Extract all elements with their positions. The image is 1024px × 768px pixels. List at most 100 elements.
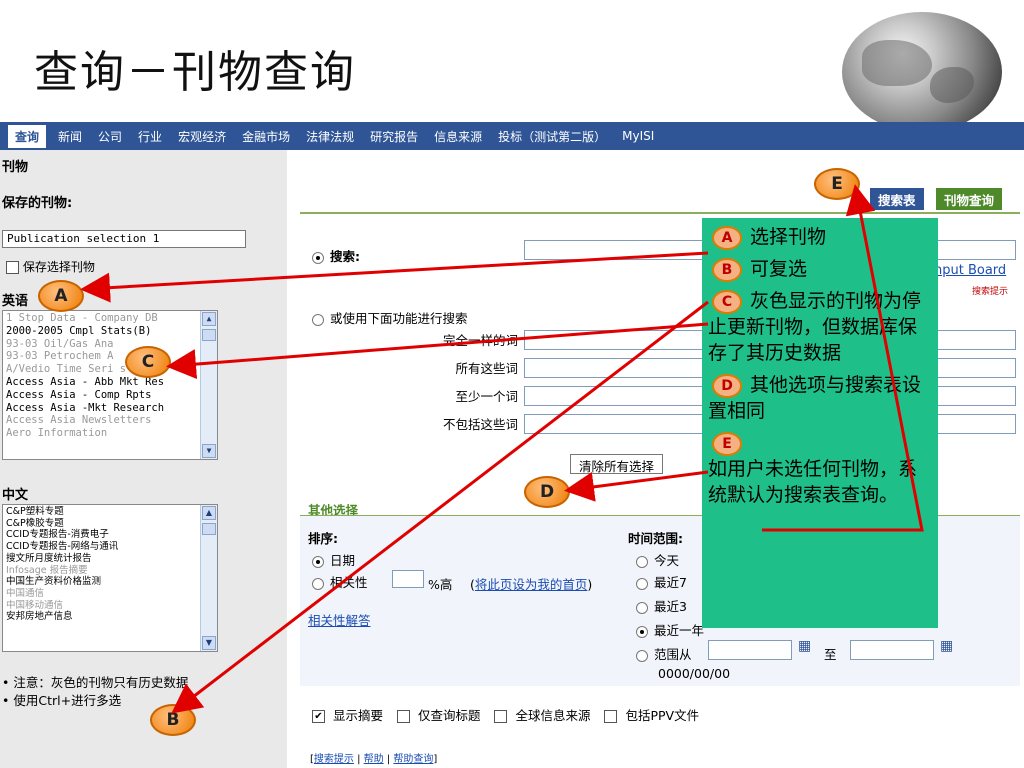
scroll-up-icon[interactable]: ▲	[202, 506, 216, 520]
nav-item-research[interactable]: 研究报告	[362, 128, 426, 145]
time-3-label: 最近3	[654, 599, 687, 614]
saved-publication-field[interactable]: Publication selection 1	[2, 230, 246, 248]
sort-relevance-radio[interactable]	[312, 577, 324, 590]
calendar-icon[interactable]: ▦	[940, 638, 953, 654]
callout-c: C 灰色显示的刊物为停止更新刊物，但数据库保存了其历史数据	[708, 290, 922, 364]
footer-links: [搜索提示 | 帮助 | 帮助查询]	[310, 754, 438, 765]
english-item[interactable]: A/Vedio Time Seri s	[6, 363, 214, 376]
english-item[interactable]: 93-03 Petrochem A	[6, 350, 214, 363]
tab-publication-query[interactable]: 刊物查询	[936, 188, 1003, 210]
badge-b-icon: B	[712, 258, 742, 282]
english-publication-list[interactable]: 1 Stop Data - Company DB 2000-2005 Cmpl S…	[2, 310, 218, 460]
callout-b: B 可复选	[708, 256, 932, 282]
scroll-thumb[interactable]	[202, 329, 216, 341]
include-ppv-label: 包括PPV文件	[625, 708, 700, 723]
time-range-radio[interactable]	[636, 649, 648, 662]
title-only-checkbox[interactable]	[396, 710, 410, 723]
chinese-item[interactable]: C&P橡胶专题	[6, 518, 214, 530]
english-item[interactable]: 1 Stop Data - Company DB	[6, 312, 214, 325]
tab-search-table[interactable]: 搜索表	[870, 188, 924, 210]
chinese-publication-list[interactable]: C&P塑料专题 C&P橡胶专题 CCID专题报告-消费电子 CCID专题报告-网络与通…	[2, 504, 218, 652]
search-radio[interactable]	[312, 251, 324, 264]
time-year-label: 最近一年	[654, 623, 705, 638]
related-answers-link[interactable]: 相关性解答	[308, 610, 371, 629]
marker-c: C	[125, 346, 171, 378]
time-7-radio[interactable]	[636, 577, 648, 590]
chinese-item[interactable]: CCID专题报告-消费电子	[6, 529, 214, 541]
time-3-radio[interactable]	[636, 601, 648, 614]
english-item[interactable]: Access Asia Newsletters	[6, 414, 214, 427]
english-item[interactable]: Aero Information	[6, 427, 214, 440]
save-checkbox[interactable]	[6, 261, 19, 274]
marker-d: D	[524, 476, 570, 508]
english-item[interactable]: Access Asia - Comp Rpts	[6, 389, 214, 402]
calendar-icon[interactable]: ▦	[798, 638, 811, 654]
sort-date-label: 日期	[330, 553, 356, 568]
scroll-down-icon[interactable]: ▼	[202, 444, 216, 458]
chinese-item[interactable]: 中国生产资料价格监测	[6, 576, 214, 588]
footer-search-tips-link[interactable]: 搜索提示	[314, 754, 354, 765]
scroll-up-icon[interactable]: ▲	[202, 312, 216, 326]
time-today-radio[interactable]	[636, 555, 648, 568]
chinese-item[interactable]: 安邦房地产信息	[6, 611, 214, 623]
saved-label: 保存的刊物:	[2, 196, 73, 211]
callout-d: D 其他选项与搜索表设置相同	[708, 374, 922, 422]
english-label: 英语	[2, 294, 29, 309]
relevance-percent-input[interactable]	[392, 570, 424, 588]
nav-item-bidding[interactable]: 投标（测试第二版）	[490, 128, 614, 145]
show-summary-checkbox[interactable]: ✔	[312, 710, 325, 723]
search-label: 搜索:	[330, 249, 360, 264]
chinese-list-scrollbar[interactable]: ▲ ▼	[200, 505, 217, 651]
include-ppv-checkbox[interactable]	[604, 710, 618, 723]
english-item[interactable]: 2000-2005 Cmpl Stats(B)	[6, 325, 214, 338]
globe-image	[842, 12, 1002, 132]
chinese-item[interactable]: Infosage 报告摘要	[6, 565, 214, 577]
chinese-item[interactable]: C&P塑料专题	[6, 506, 214, 518]
main-nav: 查询 新闻 公司 行业 宏观经济 金融市场 法律法规 研究报告 信息来源 投标（…	[0, 122, 1024, 150]
callout-e: E 如用户未选任何刊物，系统默认为搜索表查询。	[708, 430, 932, 508]
nav-item-finance[interactable]: 金融市场	[234, 128, 298, 145]
chinese-item[interactable]: 搜文所月度统计报告	[6, 553, 214, 565]
footer-help-link[interactable]: 帮助	[364, 754, 384, 765]
time-year-radio[interactable]	[636, 625, 648, 638]
set-homepage-link[interactable]: 将此页设为我的首页	[475, 577, 588, 592]
marker-e: E	[814, 168, 860, 200]
footer-help-query-link[interactable]: 帮助查询	[393, 754, 433, 765]
english-item[interactable]: 93-03 Oil/Gas Ana	[6, 338, 214, 351]
title-only-label: 仅查询标题	[417, 708, 481, 723]
nav-item-news[interactable]: 新闻	[50, 128, 90, 145]
english-item[interactable]: Access Asia -Mkt Research	[6, 402, 214, 415]
range-to-input[interactable]	[850, 640, 934, 660]
global-sources-checkbox[interactable]	[494, 710, 508, 723]
range-from-input[interactable]	[708, 640, 792, 660]
clear-all-button[interactable]: 清除所有选择	[570, 454, 664, 474]
scroll-down-icon[interactable]: ▼	[202, 636, 216, 650]
annotation-callout: A 选择刊物 B 可复选 C 灰色显示的刊物为停止更新刊物，但数据库保存了其历史数据 …	[702, 218, 938, 628]
save-selection[interactable]: 保存选择刊物	[6, 258, 95, 275]
nav-item-sources[interactable]: 信息来源	[426, 128, 490, 145]
advanced-search-radio[interactable]	[312, 313, 324, 326]
input-board-link[interactable]: nput Board	[934, 263, 1006, 278]
divider	[300, 212, 1020, 214]
english-list-scrollbar[interactable]: ▲ ▼	[200, 311, 217, 459]
sort-date-radio[interactable]	[312, 555, 324, 568]
scroll-thumb[interactable]	[202, 523, 216, 535]
nav-item-query[interactable]: 查询	[8, 124, 47, 148]
chinese-item[interactable]: 中国移动通信	[6, 600, 214, 612]
chinese-item[interactable]: 中国通信	[6, 588, 214, 600]
nav-item-law[interactable]: 法律法规	[298, 128, 362, 145]
search-tips-link[interactable]: 搜索提示	[972, 284, 1008, 297]
nav-item-industry[interactable]: 行业	[130, 128, 170, 145]
slide-title: 查询－刊物查询	[34, 47, 356, 98]
nav-item-myisi[interactable]: MyISI	[614, 129, 662, 143]
nav-item-macro[interactable]: 宏观经济	[170, 128, 234, 145]
chinese-item[interactable]: CCID专题报告-网络与通讯	[6, 541, 214, 553]
exclude-words-label: 不包括这些词	[442, 417, 518, 432]
sort-relevance-label: 相关性	[330, 575, 368, 590]
english-item[interactable]: Access Asia - Abb Mkt Res	[6, 376, 214, 389]
nav-item-company[interactable]: 公司	[90, 128, 130, 145]
badge-e-icon: E	[712, 432, 742, 456]
any-words-label: 至少一个词	[455, 389, 518, 404]
advanced-search-label: 或使用下面功能进行搜索	[330, 311, 468, 326]
time-7-label: 最近7	[654, 575, 687, 590]
